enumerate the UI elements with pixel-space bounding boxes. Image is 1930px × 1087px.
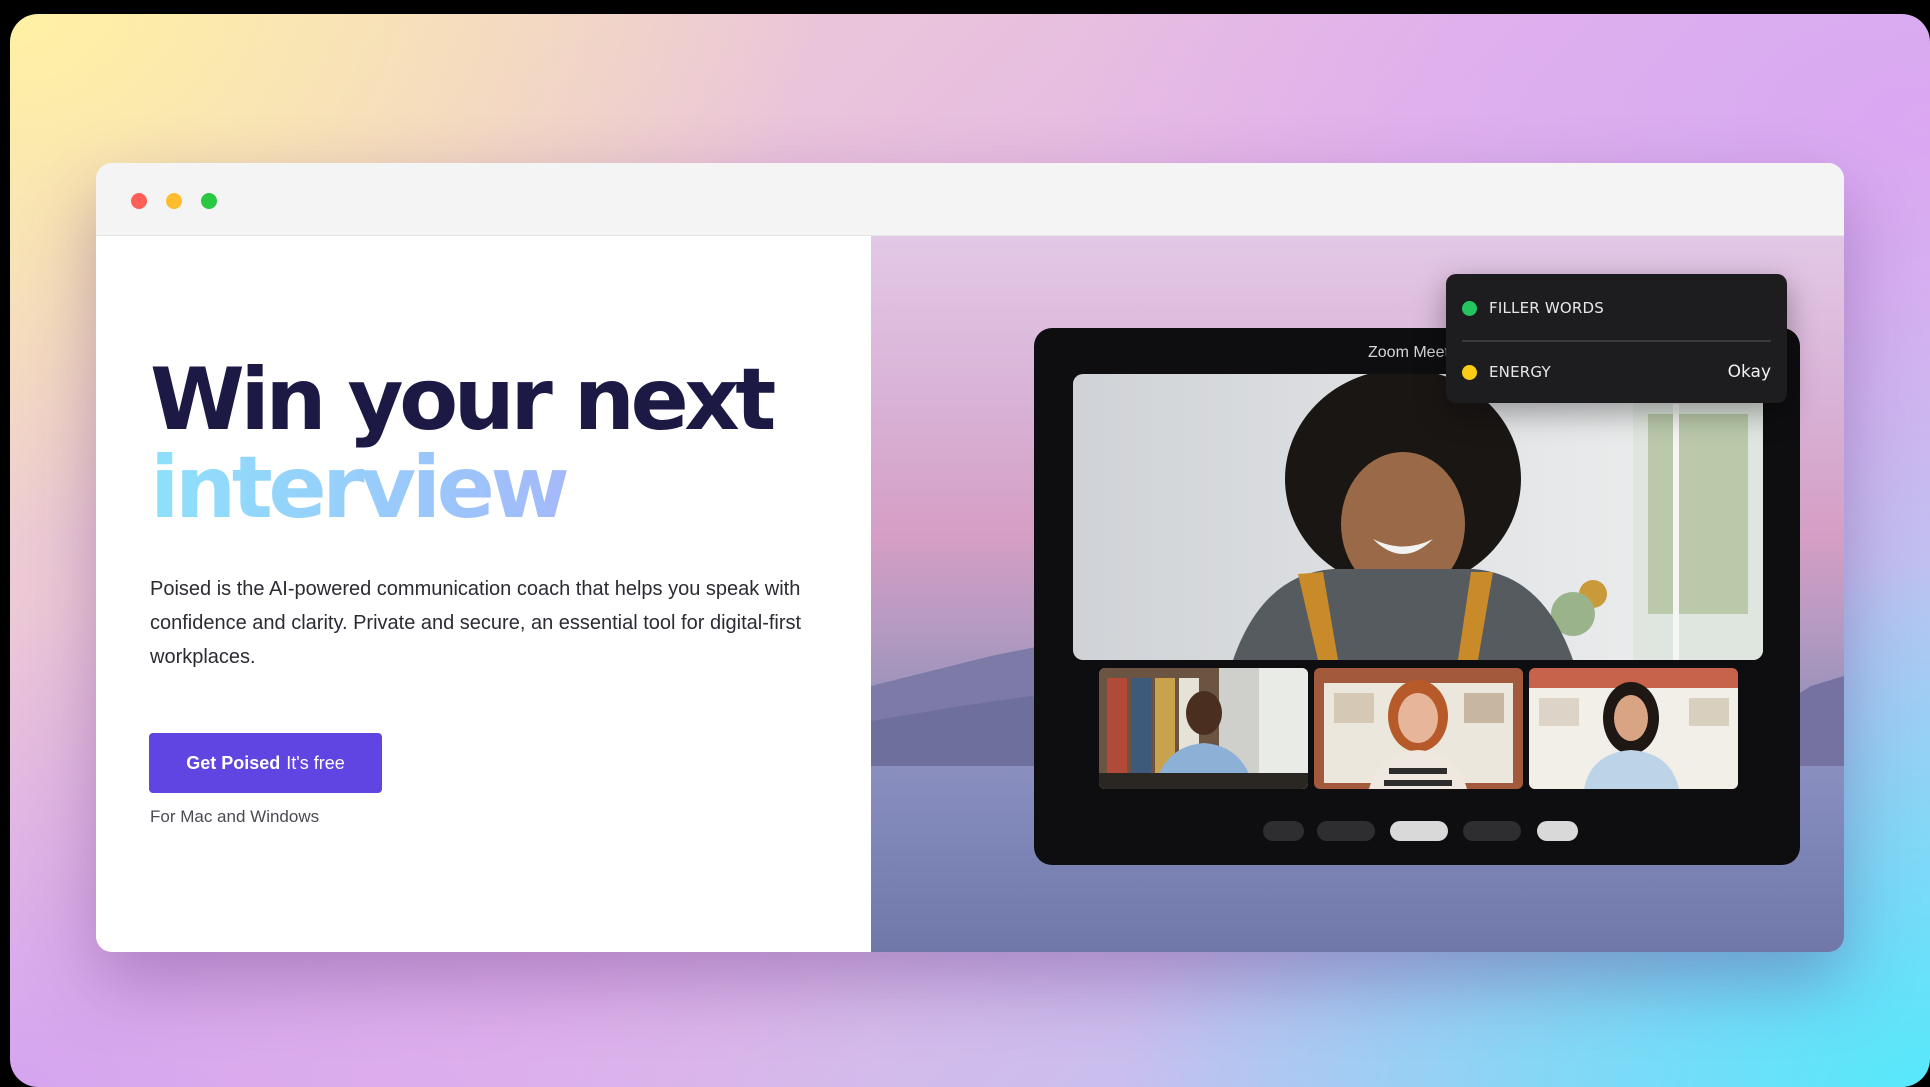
platform-note: For Mac and Windows (150, 807, 320, 826)
hero-description: Poised is the AI-powered communication c… (150, 578, 802, 668)
status-dot-icon (1462, 364, 1477, 380)
participant-video-1 (1099, 668, 1308, 789)
cta-light-label: It's free (286, 752, 345, 773)
zoom-meeting-window: Zoom Meet (1034, 328, 1800, 865)
cta-bold-label: Get Poised (186, 752, 281, 773)
hero-panel: Win your next interview Poised is the AI… (96, 236, 871, 952)
hero-headline: Win your next interview (150, 350, 776, 532)
headline-line-2: interview (150, 444, 772, 532)
participant-video-2 (1314, 668, 1523, 789)
meeting-control-pill[interactable] (1263, 821, 1304, 841)
meeting-control-pill[interactable] (1537, 821, 1578, 841)
status-dot-icon (1462, 300, 1477, 316)
meeting-control-pill[interactable] (1463, 821, 1521, 841)
meeting-control-pill[interactable] (1317, 821, 1375, 841)
window-titlebar (96, 163, 1844, 236)
metric-energy: ENERGY Okay (1462, 357, 1771, 387)
participant-video-3 (1529, 668, 1738, 789)
close-window-dot[interactable] (131, 193, 147, 209)
metric-filler-words: FILLER WORDS (1462, 293, 1771, 323)
meeting-control-pill-active[interactable] (1390, 821, 1448, 841)
maximize-window-dot[interactable] (201, 193, 217, 209)
headline-line-1: Win your next (150, 350, 776, 450)
minimize-window-dot[interactable] (166, 193, 182, 209)
metric-label: FILLER WORDS (1489, 299, 1604, 317)
metric-divider (1462, 340, 1771, 342)
metric-value: Okay (1727, 362, 1771, 382)
metric-label: ENERGY (1489, 363, 1551, 381)
zoom-window-title: Zoom Meet (1368, 344, 1449, 361)
get-poised-button[interactable]: Get Poised It's free (149, 733, 382, 793)
main-video-feed (1073, 374, 1763, 660)
poised-metrics-overlay: FILLER WORDS ENERGY Okay (1446, 274, 1787, 403)
